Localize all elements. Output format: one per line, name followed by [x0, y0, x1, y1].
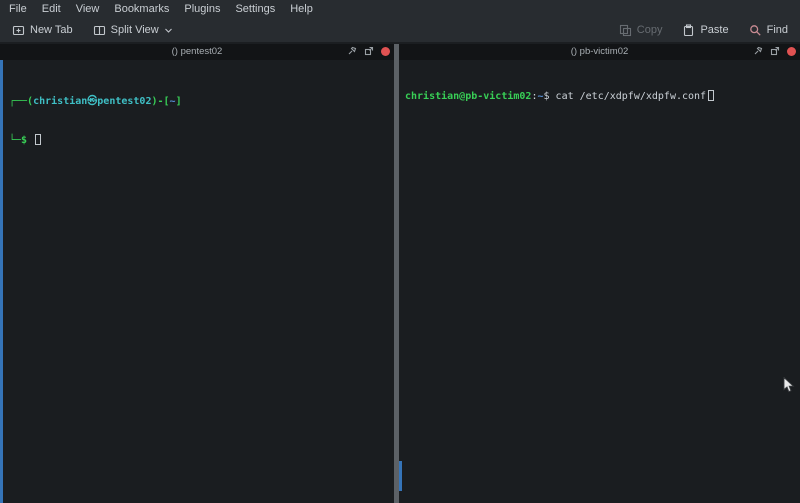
- pane-header-pb-victim02[interactable]: () pb-victim02: [399, 44, 800, 60]
- pin-icon[interactable]: [753, 46, 763, 56]
- close-pane-button[interactable]: [381, 47, 390, 56]
- prompt-frame: ]: [176, 96, 182, 107]
- mouse-cursor: [783, 377, 795, 393]
- split-view-button[interactable]: Split View: [88, 21, 178, 40]
- split-view-label: Split View: [111, 24, 159, 36]
- menu-item-help[interactable]: Help: [290, 3, 313, 15]
- terminal-pb-victim02[interactable]: christian@pb-victim02:~$ cat /etc/xdpfw/…: [399, 60, 800, 503]
- text-cursor: [35, 134, 41, 145]
- pin-icon[interactable]: [347, 46, 357, 56]
- prompt-line-2: └─$: [9, 134, 390, 147]
- find-label: Find: [767, 24, 788, 36]
- toolbar-right-group: Copy Paste Find: [614, 21, 793, 40]
- toolbar: New Tab Split View: [0, 18, 800, 44]
- command-text: cat /etc/xdpfw/xdpfw.conf: [550, 91, 707, 102]
- pane-header-icons: [347, 46, 390, 56]
- new-tab-icon: [12, 24, 25, 37]
- close-pane-button[interactable]: [787, 47, 796, 56]
- detach-icon[interactable]: [770, 46, 780, 56]
- detach-icon[interactable]: [364, 46, 374, 56]
- scrollbar[interactable]: [0, 60, 3, 503]
- prompt-frame: ┌──(: [9, 96, 33, 107]
- split-view-icon: [93, 24, 106, 37]
- pane-title: () pentest02: [0, 46, 394, 57]
- menu-item-view[interactable]: View: [76, 3, 100, 15]
- find-button[interactable]: Find: [744, 21, 793, 40]
- menu-item-settings[interactable]: Settings: [235, 3, 275, 15]
- new-tab-button[interactable]: New Tab: [7, 21, 78, 40]
- scrollbar[interactable]: [399, 461, 402, 491]
- prompt-symbol: └─$: [9, 135, 33, 146]
- prompt-line-1: ┌──(christian㉿pentest02)-[~]: [9, 95, 390, 108]
- pane-header-icons: [753, 46, 796, 56]
- copy-icon: [619, 24, 632, 37]
- text-cursor: [708, 90, 714, 101]
- pane-pb-victim02: () pb-victim02: [399, 44, 800, 503]
- toolbar-left-group: New Tab Split View: [7, 21, 178, 40]
- prompt-frame: )-[: [151, 96, 169, 107]
- menu-bar: File Edit View Bookmarks Plugins Setting…: [0, 0, 800, 18]
- copy-label: Copy: [637, 24, 663, 36]
- terminal-output: christian@pb-victim02:~$ cat /etc/xdpfw/…: [399, 60, 800, 129]
- menu-item-bookmarks[interactable]: Bookmarks: [114, 3, 169, 15]
- terminal-output: ┌──(christian㉿pentest02)-[~] └─$: [0, 60, 394, 173]
- pane-pentest02: () pentest02: [0, 44, 394, 503]
- prompt-user-host: christian㉿pentest02: [33, 96, 151, 107]
- konsole-window: File Edit View Bookmarks Plugins Setting…: [0, 0, 800, 503]
- find-icon: [749, 24, 762, 37]
- prompt-user-host: christian@pb-victim02: [405, 91, 531, 102]
- menu-item-plugins[interactable]: Plugins: [184, 3, 220, 15]
- paste-label: Paste: [700, 24, 728, 36]
- paste-icon: [682, 24, 695, 37]
- chevron-down-icon: [164, 27, 173, 34]
- paste-button[interactable]: Paste: [677, 21, 733, 40]
- copy-button[interactable]: Copy: [614, 21, 668, 40]
- new-tab-label: New Tab: [30, 24, 73, 36]
- menu-item-edit[interactable]: Edit: [42, 3, 61, 15]
- pane-title: () pb-victim02: [399, 46, 800, 57]
- menu-item-file[interactable]: File: [9, 3, 27, 15]
- split-view-container: () pentest02: [0, 44, 800, 503]
- pane-header-pentest02[interactable]: () pentest02: [0, 44, 394, 60]
- terminal-pentest02[interactable]: ┌──(christian㉿pentest02)-[~] └─$: [0, 60, 394, 503]
- prompt-line: christian@pb-victim02:~$ cat /etc/xdpfw/…: [405, 90, 796, 103]
